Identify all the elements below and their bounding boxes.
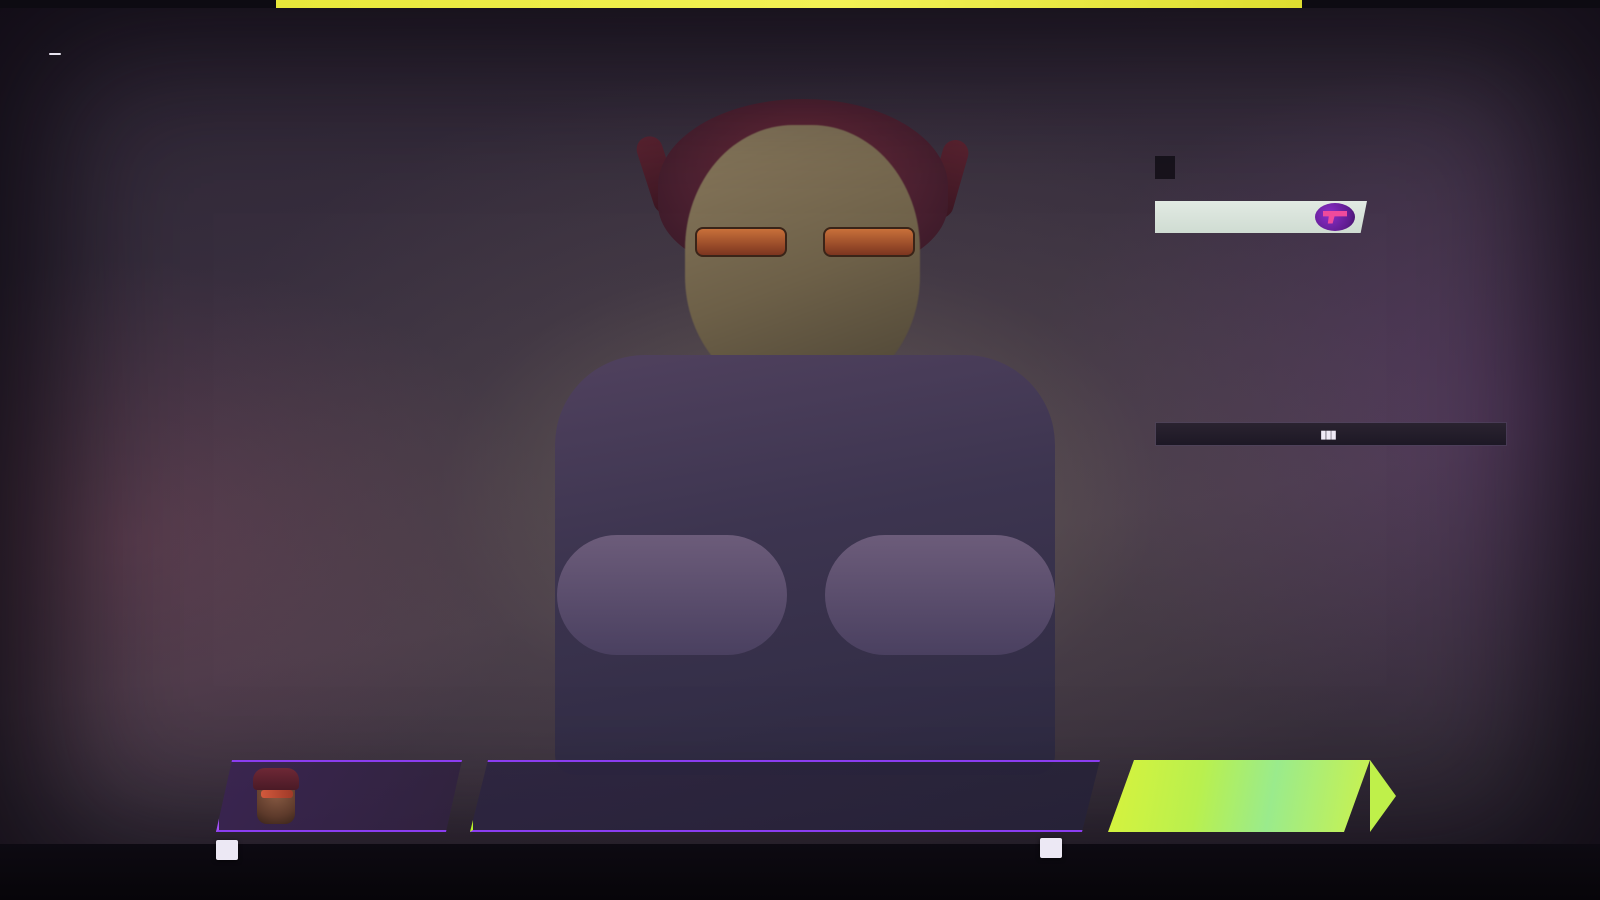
skin-preview-icon xyxy=(1315,203,1355,231)
character-preview xyxy=(495,99,1115,775)
game-screen: ▮▮▮ xyxy=(0,0,1600,900)
key-hint-e[interactable] xyxy=(1040,838,1062,858)
top-bar-right xyxy=(1302,0,1600,8)
key-hint-q[interactable] xyxy=(216,840,238,860)
top-bar-left xyxy=(0,0,276,8)
loadout-bar xyxy=(0,752,1600,844)
character-slot[interactable] xyxy=(216,760,462,832)
chat-hint xyxy=(42,53,68,55)
lock-in-button[interactable] xyxy=(1108,760,1370,832)
top-accent-bar xyxy=(276,0,1302,8)
weapon-stats-table: ▮▮▮ xyxy=(1155,422,1507,446)
player-roster xyxy=(0,64,1600,116)
character-portrait xyxy=(247,766,305,832)
damage-section-header: ▮▮▮ xyxy=(1156,423,1506,445)
status-bar xyxy=(0,844,1600,900)
damage-bars-icon: ▮▮▮ xyxy=(1320,428,1336,441)
chat-hint-key xyxy=(49,53,61,55)
lock-in-arrow xyxy=(1370,760,1396,832)
weapon-detail-panel xyxy=(1155,150,1565,233)
round-status xyxy=(0,8,1600,60)
weapon-slots xyxy=(470,760,1100,832)
change-skin-button[interactable] xyxy=(1155,201,1367,233)
available-time-badge xyxy=(1155,156,1175,179)
